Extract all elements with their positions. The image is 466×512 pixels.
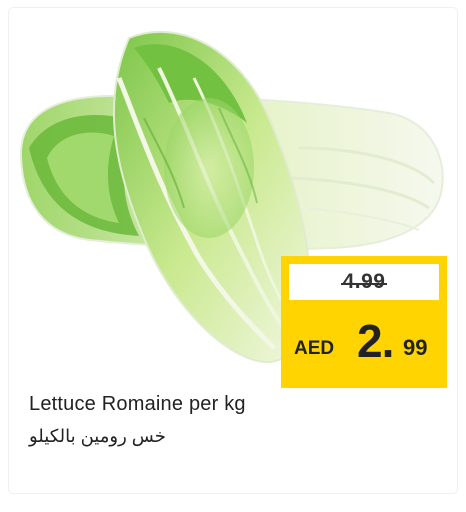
old-price: 4.99 — [340, 270, 388, 293]
product-title-arabic: خس رومين بالكيلو — [29, 426, 166, 446]
product-card[interactable]: 4.99 AED 2. 99 Lettuce Romaine per kg خس… — [9, 8, 457, 493]
old-price-box: 4.99 — [281, 256, 447, 308]
price-tag: 4.99 AED 2. 99 — [281, 256, 447, 388]
product-title: Lettuce Romaine per kg — [29, 393, 246, 415]
new-price-decimals: 99 — [403, 335, 428, 360]
new-price-main: 2. — [357, 315, 394, 367]
currency-label: AED — [294, 338, 335, 359]
new-price-box: AED 2. 99 — [281, 308, 447, 388]
